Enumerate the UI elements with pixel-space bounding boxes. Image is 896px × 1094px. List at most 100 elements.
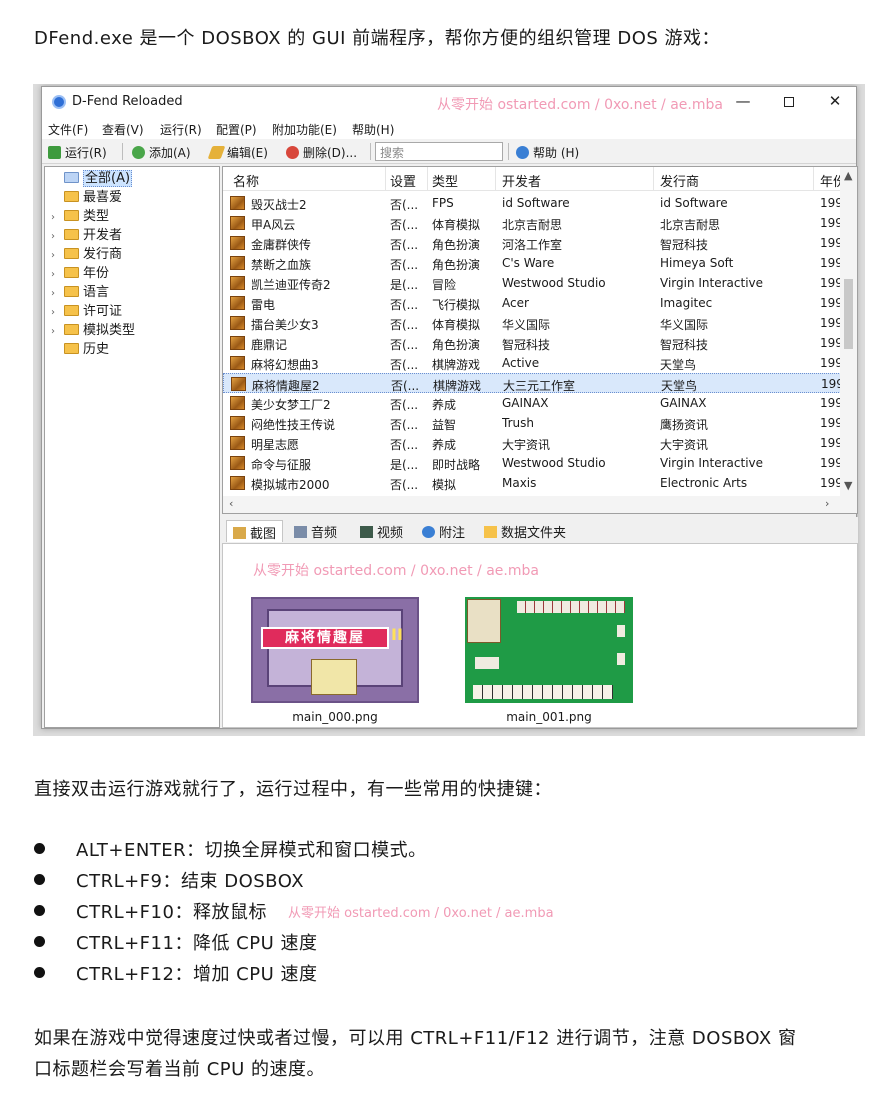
cell-publisher: Virgin Interactive — [660, 456, 764, 470]
table-row[interactable]: 麻将幻想曲3 否(... 棋牌游戏 Active 天堂鸟 1998 — [223, 353, 841, 373]
tree-item-year[interactable]: › 年份 — [51, 262, 109, 281]
tree-item-language[interactable]: › 语言 — [51, 281, 109, 300]
table-row[interactable]: 金庸群侠传 否(... 角色扮演 河洛工作室 智冠科技 1996 — [223, 233, 841, 253]
column-header-setup[interactable]: 设置 — [390, 171, 416, 190]
roman-numeral: II — [391, 625, 403, 644]
tree-item-genre[interactable]: › 类型 — [51, 205, 109, 224]
screenshot-thumbnail[interactable]: 麻将情趣屋 II — [251, 597, 419, 703]
scroll-down-icon[interactable]: ▼ — [844, 479, 852, 492]
cell-year: 1995 — [820, 416, 841, 430]
game-icon — [230, 216, 245, 230]
maximize-button[interactable] — [766, 87, 812, 117]
column-header-year[interactable]: 年份 — [820, 171, 841, 190]
scroll-right-icon[interactable]: › — [825, 497, 829, 510]
screenshot-thumbnail[interactable] — [465, 597, 633, 703]
toolbar-divider — [370, 143, 371, 160]
cell-name: 麻将幻想曲3 — [251, 358, 319, 372]
menu-view[interactable]: 查看(V) — [102, 121, 144, 138]
tree-item-emulation[interactable]: › 模拟类型 — [51, 319, 135, 338]
tab-notes[interactable]: 附注 — [416, 520, 471, 542]
table-row[interactable]: 毁灭战士2 否(... FPS id Software id Software 1994 — [223, 193, 841, 213]
cell-publisher: 北京吉耐思 — [660, 218, 721, 232]
cell-name: 麻将情趣屋2 — [252, 379, 320, 393]
table-row[interactable]: 命令与征服 是(... 即时战略 Westwood Studio Virgin Inte… — [223, 453, 841, 473]
table-row[interactable]: 闷绝性技王传说 否(... 益智 Trush 鹰扬资讯 1995 — [223, 413, 841, 433]
scroll-up-icon[interactable]: ▲ — [844, 169, 852, 182]
menu-extras[interactable]: 附加功能(E) — [272, 121, 337, 138]
edit-button[interactable]: 编辑(E) — [207, 144, 268, 161]
table-row[interactable]: 麻将情趣屋2 否(... 棋牌游戏 大三元工作室 天堂鸟 1995 — [223, 373, 842, 393]
column-header-publisher[interactable]: 发行商 — [660, 171, 699, 190]
tree-item-history[interactable]: 历史 — [51, 338, 109, 357]
tab-video[interactable]: 视频 — [354, 520, 409, 542]
bullet-icon — [34, 905, 45, 916]
tab-audio[interactable]: 音频 — [288, 520, 343, 542]
tab-screenshots[interactable]: 截图 — [226, 520, 284, 542]
menu-run[interactable]: 运行(R) — [160, 121, 202, 138]
delete-label: 删除(D)... — [303, 146, 358, 160]
table-row[interactable]: 明星志愿 否(... 养成 大宇资讯 大宇资讯 1995 — [223, 433, 841, 453]
tree-item-publisher[interactable]: › 发行商 — [51, 243, 122, 262]
game-icon — [230, 396, 245, 410]
cell-genre: 养成 — [432, 398, 457, 412]
delete-button[interactable]: 删除(D)... — [286, 144, 357, 161]
watermark: 从零开始 ostarted.com / 0xo.net / ae.mba — [288, 906, 554, 921]
column-header-developer[interactable]: 开发者 — [502, 171, 541, 190]
tree-item-favorites[interactable]: 最喜爱 — [51, 186, 122, 205]
cell-genre: 角色扮演 — [432, 238, 481, 252]
table-row[interactable]: 凯兰迪亚传奇2 是(... 冒险 Westwood Studio Virgin Inte… — [223, 273, 841, 293]
column-header-name[interactable]: 名称 — [233, 171, 259, 190]
minimize-button[interactable]: — — [720, 87, 766, 117]
cell-setup: 否(... — [390, 338, 419, 352]
cell-genre: 益智 — [432, 418, 457, 432]
table-row[interactable]: 美少女梦工厂2 否(... 养成 GAINAX GAINAX 1994 — [223, 393, 841, 413]
scroll-thumb[interactable] — [844, 279, 853, 349]
search-input[interactable]: 搜索 — [375, 142, 503, 161]
tree-item-license[interactable]: › 许可证 — [51, 300, 122, 319]
cell-setup: 否(... — [390, 298, 419, 312]
column-header-genre[interactable]: 类型 — [432, 171, 458, 190]
cell-year: 1994 — [820, 196, 841, 210]
table-row[interactable]: 甲A风云 否(... 体育模拟 北京吉耐思 北京吉耐思 1996 — [223, 213, 841, 233]
folder-icon — [484, 526, 497, 538]
table-row[interactable]: 禁断之血族 否(... 角色扮演 C's Ware Himeya Soft 1996 — [223, 253, 841, 273]
cell-genre: FPS — [432, 196, 454, 210]
cell-setup: 否(... — [390, 238, 419, 252]
scroll-left-icon[interactable]: ‹ — [229, 497, 233, 510]
horizontal-scrollbar[interactable]: ‹ › — [223, 496, 857, 513]
vertical-scrollbar[interactable]: ▲ ▼ — [840, 167, 857, 497]
close-button[interactable]: ✕ — [812, 87, 858, 117]
help-button[interactable]: 帮助 (H) — [516, 144, 579, 161]
menu-config[interactable]: 配置(P) — [216, 121, 257, 138]
bullet-icon — [34, 967, 45, 978]
game-icon — [230, 196, 245, 210]
cell-name: 闷绝性技王传说 — [251, 418, 336, 432]
tree-item-all[interactable]: 全部(A) — [51, 167, 133, 187]
toolbar-divider — [508, 143, 509, 160]
cell-genre: 养成 — [432, 438, 457, 452]
run-button[interactable]: 运行(R) — [48, 144, 107, 161]
tree-item-developer[interactable]: › 开发者 — [51, 224, 122, 243]
cell-setup: 否(... — [390, 318, 419, 332]
edit-label: 编辑(E) — [227, 146, 268, 160]
table-row[interactable]: 擂台美少女3 否(... 体育模拟 华义国际 华义国际 1994 — [223, 313, 841, 333]
menu-help[interactable]: 帮助(H) — [352, 121, 394, 138]
add-button[interactable]: 添加(A) — [132, 144, 191, 161]
cell-name: 明星志愿 — [251, 438, 300, 452]
table-row[interactable]: 鹿鼎记 否(... 角色扮演 智冠科技 智冠科技 1994 — [223, 333, 841, 353]
table-row[interactable]: 雷电 否(... 飞行模拟 Acer Imagitec 1994 — [223, 293, 841, 313]
dfend-screenshot: D-Fend Reloaded 从零开始 ostarted.com / 0xo.… — [33, 84, 865, 736]
speaker-icon — [294, 526, 307, 538]
game-icon — [230, 456, 245, 470]
add-label: 添加(A) — [149, 146, 191, 160]
tab-data-folder[interactable]: 数据文件夹 — [478, 520, 572, 542]
category-tree: 全部(A) 最喜爱 › 类型 › 开发者 › 发行商 › 年份 › 语言 › 许可证 › 模拟… — [44, 166, 220, 728]
cell-publisher: Electronic Arts — [660, 476, 748, 490]
cell-genre: 冒险 — [432, 278, 457, 292]
delete-icon — [286, 146, 299, 159]
cell-publisher: 智冠科技 — [660, 238, 709, 252]
folder-icon — [64, 286, 79, 297]
table-row[interactable]: 模拟城市2000 否(... 模拟 Maxis Electronic Arts 1994 — [223, 473, 841, 493]
menu-file[interactable]: 文件(F) — [48, 121, 88, 138]
toolbar: 运行(R) 添加(A) 编辑(E) 删除(D)... 搜索 帮助 (H) — [42, 139, 856, 164]
